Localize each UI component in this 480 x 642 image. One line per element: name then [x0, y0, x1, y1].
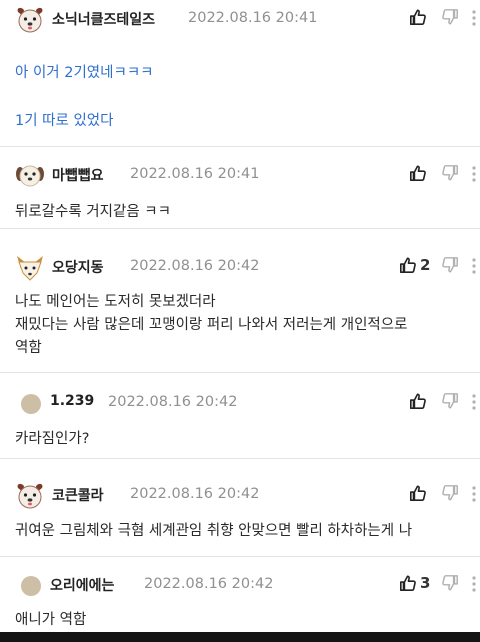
more-vertical-icon[interactable] [471, 393, 477, 411]
comment-item: 1.239 2022.08.16 20:42 카라짐인가? [0, 384, 480, 459]
comment-item: 코큰콜라 2022.08.16 20:42 귀여운 그림체와 극혐 세계관임 취… [0, 476, 480, 557]
thumbs-up-icon[interactable] [409, 164, 427, 182]
avatar[interactable] [15, 6, 45, 34]
more-vertical-icon[interactable] [471, 575, 477, 593]
comment-author[interactable]: 오당지동 [52, 257, 104, 277]
thumbs-down-icon[interactable] [441, 256, 459, 274]
avatar[interactable] [15, 162, 45, 190]
comment-author[interactable]: 코큰콜라 [52, 485, 104, 505]
comment-item: 오당지동 2022.08.16 20:42 2 나도 메인어는 도저히 못보겠더… [0, 248, 480, 373]
comment-author[interactable]: 오리에에는 [50, 575, 114, 595]
comment-date: 2022.08.16 20:42 [108, 394, 238, 410]
like-count: 2 [420, 256, 431, 274]
thumbs-down-icon[interactable] [441, 164, 459, 182]
comment-item: 마뺍뺍요 2022.08.16 20:41 뒤로갈수록 거지같음 ㅋㅋ [0, 156, 480, 229]
avatar[interactable] [21, 576, 41, 596]
comment-date: 2022.08.16 20:42 [130, 486, 260, 502]
comment-date: 2022.08.16 20:42 [130, 258, 260, 274]
comment-date: 2022.08.16 20:42 [144, 576, 274, 592]
comment-text: 뒤로갈수록 거지같음 ㅋㅋ [15, 204, 171, 220]
comment-date: 2022.08.16 20:41 [130, 166, 260, 182]
thumbs-up-icon[interactable] [409, 8, 427, 26]
thumbs-down-icon[interactable] [441, 484, 459, 502]
comment-header: 코큰콜라 2022.08.16 20:42 [0, 476, 480, 512]
thumbs-up-icon[interactable] [399, 256, 417, 274]
thumbs-down-icon[interactable] [441, 8, 459, 26]
thumbs-up-icon[interactable] [399, 574, 417, 592]
comment-text: 아 이거 2기였네ㅋㅋㅋ [15, 65, 154, 81]
avatar[interactable] [15, 254, 45, 282]
more-vertical-icon[interactable] [471, 485, 477, 503]
comment-item: 오리에에는 2022.08.16 20:42 3 애니가 역함 [0, 566, 480, 632]
comment-text: 귀여운 그림체와 극혐 세계관임 취향 안맞으면 빨리 하차하는게 나 [15, 523, 413, 539]
thumbs-up-icon[interactable] [409, 484, 427, 502]
comment-author[interactable]: 1.239 [50, 393, 94, 409]
comment-text: 1기 따로 있었다 [15, 113, 114, 129]
thumbs-up-icon[interactable] [409, 392, 427, 410]
comment-text: 애니가 역함 [15, 612, 87, 628]
comment-header: 오당지동 2022.08.16 20:42 2 [0, 248, 480, 284]
comment-text: 역함 [15, 340, 42, 356]
more-vertical-icon[interactable] [471, 257, 477, 275]
comment-author[interactable]: 소닉너클즈테일즈 [52, 9, 155, 29]
comment-text: 카라짐인가? [15, 431, 90, 447]
comment-item: 소닉너클즈테일즈 2022.08.16 20:41 아 이거 2기였네ㅋㅋㅋ 1… [0, 0, 480, 147]
thumbs-down-icon[interactable] [441, 574, 459, 592]
thumbs-down-icon[interactable] [441, 392, 459, 410]
comment-date: 2022.08.16 20:41 [188, 10, 318, 26]
comment-header: 소닉너클즈테일즈 2022.08.16 20:41 [0, 0, 480, 36]
comment-text: 재밌다는 사람 많은데 꼬맹이랑 퍼리 나와서 저러는게 개인적으로 [15, 317, 408, 333]
avatar[interactable] [21, 394, 41, 414]
comment-text: 나도 메인어는 도저히 못보겠더라 [15, 294, 216, 310]
comment-header: 1.239 2022.08.16 20:42 [0, 384, 480, 420]
comment-header: 마뺍뺍요 2022.08.16 20:41 [0, 156, 480, 192]
avatar[interactable] [15, 482, 45, 510]
comment-header: 오리에에는 2022.08.16 20:42 3 [0, 566, 480, 602]
bottom-edge-bar [0, 632, 480, 642]
more-vertical-icon[interactable] [471, 165, 477, 183]
like-count: 3 [420, 574, 431, 592]
more-vertical-icon[interactable] [471, 9, 477, 27]
comment-author[interactable]: 마뺍뺍요 [52, 165, 104, 185]
